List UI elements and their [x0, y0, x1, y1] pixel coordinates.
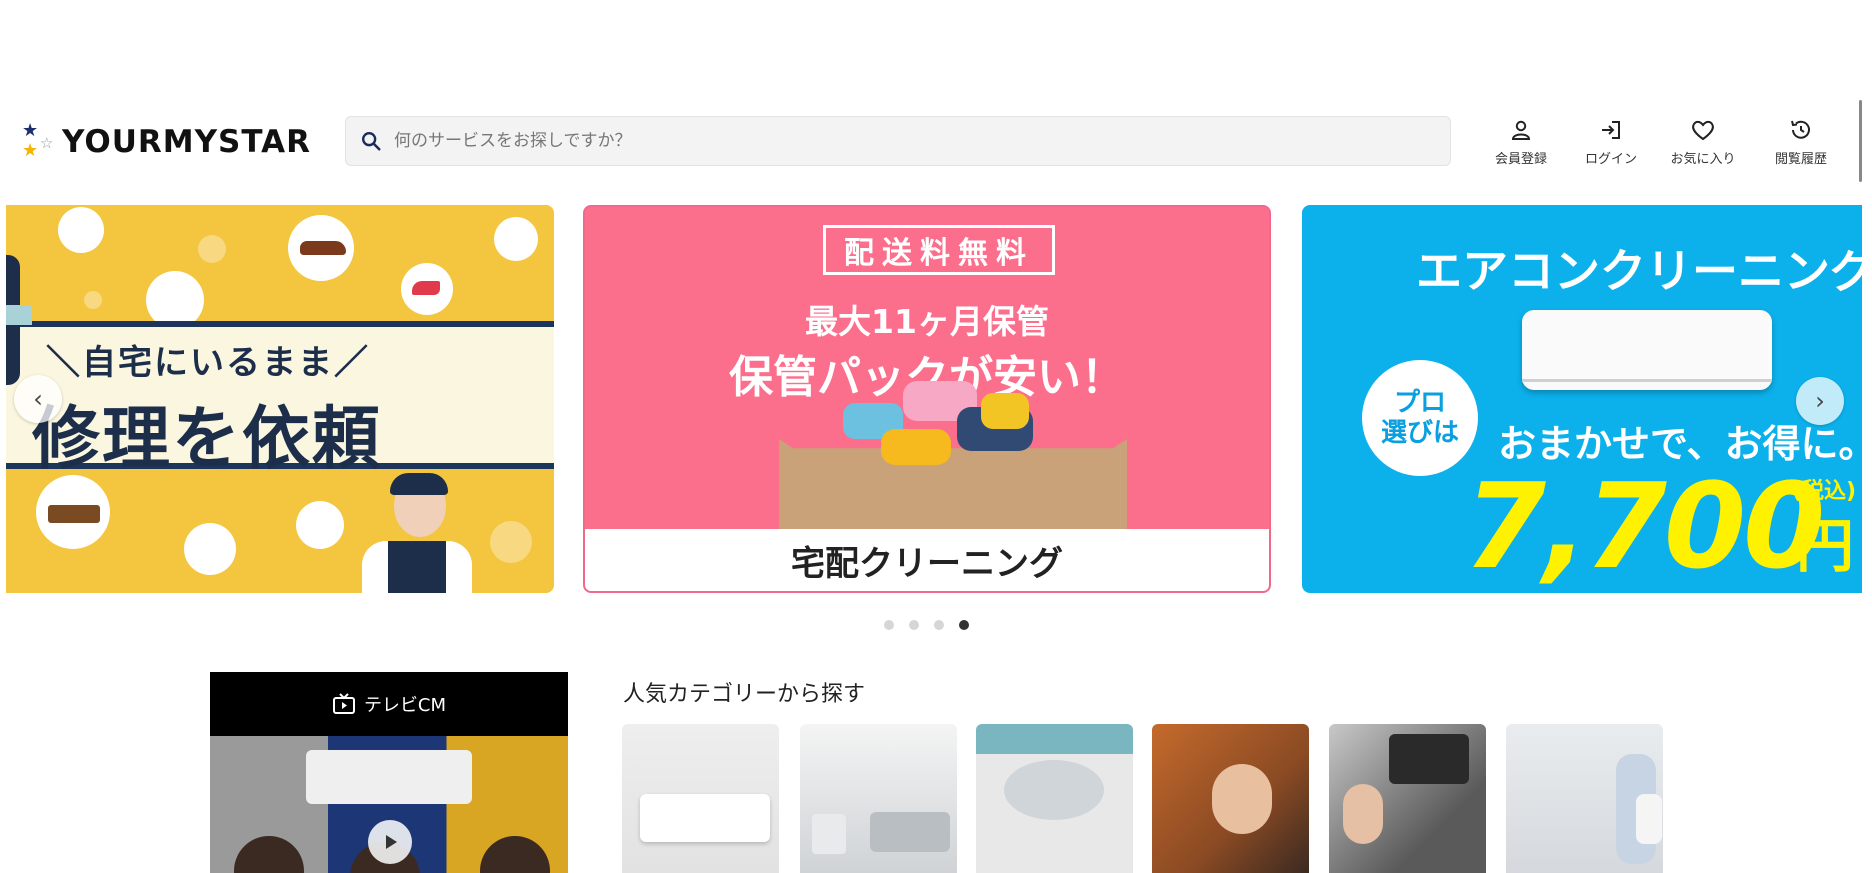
pro-bubble: プロ 選びは	[1362, 360, 1478, 476]
cardboard-box	[779, 439, 1127, 531]
category-pest-control[interactable]	[1506, 724, 1663, 873]
nav-login-label: ログイン	[1584, 152, 1637, 167]
brush-icon	[48, 505, 100, 523]
logo-text: YOURMYSTAR	[62, 124, 311, 160]
aircon-illustration	[1522, 310, 1772, 390]
deco-circle	[84, 291, 102, 309]
play-button[interactable]	[368, 820, 412, 864]
clothes-yellow	[881, 429, 951, 465]
person-head	[480, 836, 550, 873]
pro-bubble-line1: プロ	[1393, 388, 1446, 418]
tv-cm-card[interactable]: テレビCM	[210, 672, 568, 873]
banner-repair[interactable]: ＼自宅にいるまま／ 修理を依頼	[6, 205, 554, 593]
watch-illustration	[494, 217, 538, 261]
pagination-dot[interactable]	[884, 620, 894, 630]
play-icon	[386, 835, 397, 849]
user-icon	[1511, 120, 1531, 140]
search-input[interactable]	[392, 130, 1396, 152]
aircon-vent	[1522, 379, 1772, 382]
nav-register[interactable]: 会員登録	[1476, 118, 1566, 167]
pagination-dot-active[interactable]	[959, 620, 969, 630]
craftsman-apron	[388, 541, 446, 593]
heart-icon	[1692, 120, 1714, 141]
chevron-left-icon: ‹	[33, 385, 43, 413]
shoe-icon	[300, 241, 346, 255]
carousel-prev-button[interactable]: ‹	[14, 375, 62, 423]
aircon-yen: 円	[1796, 512, 1855, 580]
car-screen-image	[1389, 734, 1469, 784]
nav-login[interactable]: ログイン	[1566, 118, 1656, 167]
popular-categories-title: 人気カテゴリーから探す	[623, 682, 866, 707]
page-scrollbar[interactable]	[1859, 100, 1862, 182]
hands-image	[1212, 764, 1272, 834]
aircon-price: 7,700	[1464, 457, 1825, 593]
carousel-pagination	[884, 620, 969, 630]
person-head	[234, 836, 304, 873]
person-shirt	[6, 305, 32, 325]
category-car[interactable]	[1329, 724, 1486, 873]
chevron-right-icon: ›	[1815, 387, 1825, 415]
banner-aircon-cleaning[interactable]: エアコンクリーニング プロ 選びは おまかせで、お得に。 7,700 (税込) …	[1302, 205, 1862, 593]
storage-months-text: 最大11ヶ月保管	[805, 302, 1049, 341]
category-bag-repair[interactable]	[1152, 724, 1309, 873]
nav-history[interactable]: 閲覧履歴	[1756, 118, 1846, 167]
pagination-dot[interactable]	[934, 620, 944, 630]
heels-icon	[412, 281, 440, 295]
hand-image	[1343, 784, 1383, 844]
aircon-image	[640, 794, 770, 842]
sink-image	[870, 812, 950, 852]
home-cleaning-label: 宅配クリーニング	[585, 529, 1269, 591]
tv-cm-label: テレビCM	[363, 695, 447, 716]
nav-favorites-label: お気に入り	[1670, 152, 1736, 167]
free-shipping-badge: 配送料無料	[823, 225, 1055, 275]
banner-storage-pack[interactable]: 配送料無料 最大11ヶ月保管 保管パックが安い！ 宅配クリーニング	[583, 205, 1271, 593]
history-icon	[1791, 120, 1810, 139]
tv-cm-header: テレビCM	[210, 672, 568, 736]
category-washing-machine[interactable]	[976, 724, 1133, 873]
aircon-title: エアコンクリーニング	[1416, 244, 1862, 298]
deco-circle	[198, 235, 226, 263]
repair-title: 修理を依頼	[32, 400, 383, 479]
pro-bubble-line2: 選びは	[1380, 418, 1459, 448]
sprayer-image	[1636, 794, 1662, 844]
nav-favorites[interactable]: お気に入り	[1658, 118, 1748, 167]
login-icon	[1602, 121, 1620, 139]
category-aircon[interactable]	[622, 724, 779, 873]
nav-history-label: 閲覧履歴	[1774, 152, 1827, 167]
logo-stars-icon: ★ ☆ ★	[22, 120, 54, 161]
search-icon	[362, 132, 381, 151]
category-kitchen[interactable]	[800, 724, 957, 873]
tv-cm-thumbnail	[210, 736, 568, 873]
carousel-next-button[interactable]: ›	[1796, 377, 1844, 425]
washer-drum-image	[1004, 760, 1104, 820]
nav-register-label: 会員登録	[1494, 152, 1547, 167]
search-bar[interactable]	[345, 116, 1451, 166]
repair-subtitle: ＼自宅にいるまま／	[46, 343, 370, 383]
pagination-dot[interactable]	[909, 620, 919, 630]
tv-cm-aircon	[306, 750, 472, 804]
clothes-yellow-2	[981, 393, 1029, 429]
craftsman-hair	[390, 473, 448, 495]
necklace-illustration	[58, 207, 104, 253]
banner-carousel: ＼自宅にいるまま／ 修理を依頼 ‹ 配送料無料 最大11ヶ月保管 保管パックが安…	[6, 205, 1862, 593]
belt-illustration	[184, 523, 236, 575]
tv-play-icon	[332, 693, 355, 714]
site-header: ★ ☆ ★ YOURMYSTAR 会員登録 ログイン お気に入り	[0, 100, 1860, 180]
site-logo[interactable]: ★ ☆ ★ YOURMYSTAR	[20, 122, 311, 162]
deco-circle	[490, 521, 532, 563]
dishes-image	[812, 814, 846, 854]
pliers-illustration	[296, 501, 344, 549]
